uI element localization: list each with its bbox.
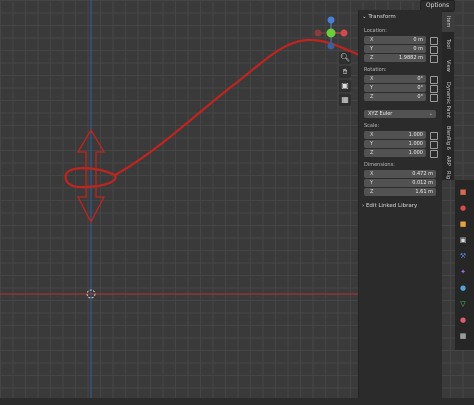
gizmo-neg-z-axis (327, 42, 335, 50)
camera-view-icon[interactable]: ▣ (339, 80, 351, 92)
material-icon[interactable]: ● (459, 316, 467, 324)
modifier-wrench-icon[interactable]: ⚒ (459, 252, 467, 260)
location-z-field[interactable]: Z 1.9882 m (364, 54, 426, 62)
scale-y-field[interactable]: Y 1.000 (364, 140, 426, 148)
dimension-x-field[interactable]: X 0.472 m (364, 170, 436, 178)
lock-icon[interactable] (430, 141, 438, 149)
location-x-field[interactable]: X0 m (364, 36, 426, 44)
render-icon[interactable]: ■ (459, 188, 467, 196)
tab-arp[interactable]: ARP (442, 154, 454, 168)
lock-icon[interactable] (430, 132, 438, 140)
particles-icon[interactable]: ✦ (459, 268, 467, 276)
gizmo-y-axis (326, 28, 336, 38)
dimension-y-field[interactable]: Y 0.012 m (364, 179, 436, 187)
bottom-status-bar (0, 398, 474, 405)
dimension-z-field[interactable]: Z 1.61 m (364, 188, 436, 196)
gizmo-neg-x-axis (314, 29, 322, 37)
transform-header[interactable]: ⌄ Transform (362, 13, 396, 22)
rotation-mode-dropdown[interactable]: XYZ Euler ⌄ (364, 110, 436, 118)
zoom-icon[interactable]: 🔍︎ (339, 52, 351, 64)
lock-icon[interactable] (430, 76, 438, 84)
gizmo-x-axis (340, 29, 348, 37)
tab-rig-tools[interactable]: Rig Tools (442, 170, 454, 180)
lock-icon[interactable] (430, 94, 438, 102)
lock-icon[interactable] (430, 55, 438, 63)
tab-dynamic-paint[interactable]: Dynamic Paint (442, 78, 454, 122)
scene-icon[interactable]: ● (459, 204, 467, 212)
chevron-down-icon: ⌄ (428, 111, 433, 117)
rotation-y-field[interactable]: Y 0° (364, 84, 426, 92)
rotation-z-field[interactable]: Z 0° (364, 93, 426, 101)
rotation-label: Rotation: (364, 67, 387, 73)
rotation-x-field[interactable]: X 0° (364, 75, 426, 83)
tab-view[interactable]: View (442, 56, 454, 76)
properties-tabs: ■ ● ■ ▣ ⚒ ✦ ● ▽ ● ▦ (455, 180, 474, 350)
sidebar-tabs: Item Tool View Dynamic Paint BlenRig 6 A… (442, 10, 454, 180)
sidebar-transform-panel: ⌄ Transform Location: X0 m Y0 m Z 1.9882 … (358, 10, 442, 400)
navigation-gizmo (314, 16, 348, 50)
scale-label: Scale: (364, 123, 380, 129)
location-label: Location: (364, 28, 387, 34)
physics-icon[interactable]: ● (459, 284, 467, 292)
gizmo-z-axis (327, 16, 335, 24)
location-y-field[interactable]: Y0 m (364, 45, 426, 53)
object-icon[interactable]: ■ (459, 220, 467, 228)
edit-linked-library-header[interactable]: › Edit Linked Library (362, 202, 417, 211)
scale-x-field[interactable]: X 1.000 (364, 131, 426, 139)
tab-tool[interactable]: Tool (442, 34, 454, 54)
lock-icon[interactable] (430, 150, 438, 158)
constraints-icon[interactable]: ▽ (459, 300, 467, 308)
lock-icon[interactable] (430, 85, 438, 93)
toggle-perspective-icon[interactable]: ▦ (339, 94, 351, 106)
tab-item[interactable]: Item (442, 12, 454, 32)
lock-icon[interactable] (430, 37, 438, 45)
expand-chevron-icon: › (362, 203, 365, 209)
tool-settings-icon[interactable]: ▣ (459, 236, 467, 244)
texture-icon[interactable]: ▦ (459, 332, 467, 340)
tab-blenrig[interactable]: BlenRig 6 (442, 124, 454, 152)
collapse-chevron-icon: ⌄ (362, 14, 367, 20)
lock-icon[interactable] (430, 46, 438, 54)
pan-hand-icon[interactable]: ✋︎ (339, 66, 351, 78)
dimensions-label: Dimensions: (364, 162, 395, 168)
scale-z-field[interactable]: Z 1.000 (364, 149, 426, 157)
